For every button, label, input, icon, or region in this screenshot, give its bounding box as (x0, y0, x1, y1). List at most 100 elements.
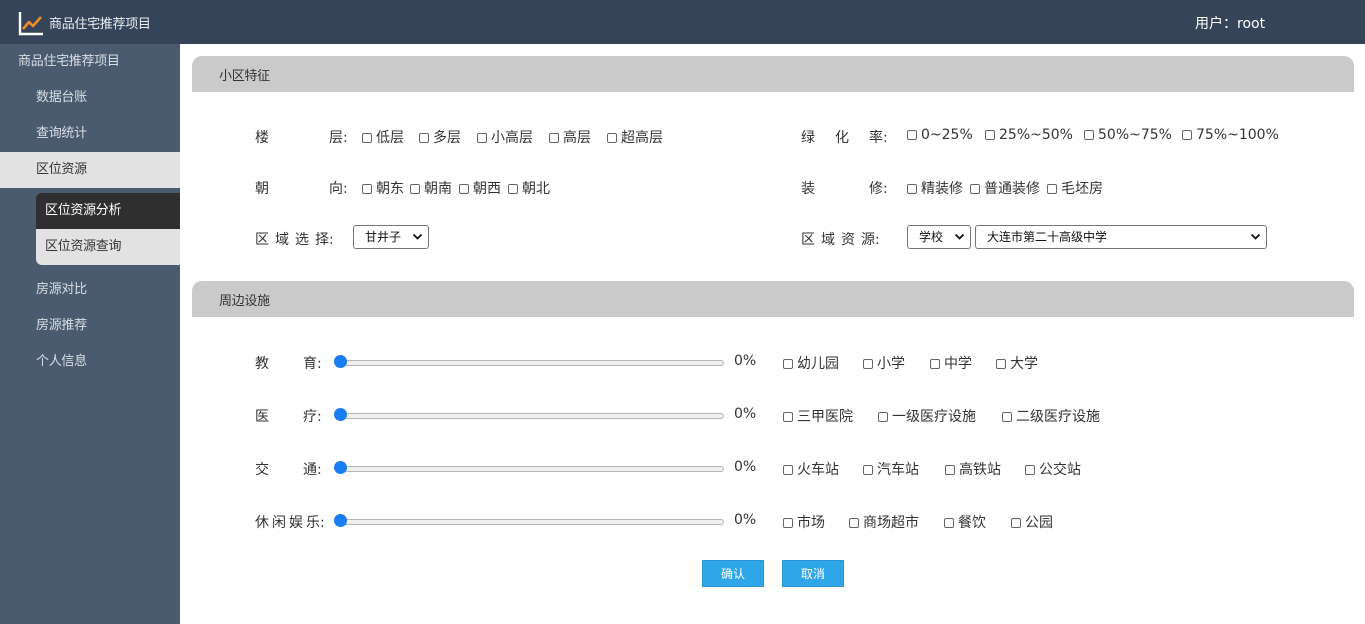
floor-checkbox[interactable]: 小高层 (477, 127, 533, 147)
leisure-percent: 0% (734, 512, 757, 528)
checkbox-icon[interactable] (1047, 184, 1057, 194)
checkbox-icon[interactable] (863, 465, 873, 475)
transport-slider[interactable] (334, 461, 724, 475)
education-checkbox[interactable]: 幼儿园 (783, 353, 839, 373)
education-slider[interactable] (334, 355, 724, 369)
slider-thumb[interactable] (334, 514, 347, 527)
checkbox-icon[interactable] (907, 184, 917, 194)
checkbox-icon[interactable] (996, 359, 1006, 369)
checkbox-icon[interactable] (1002, 412, 1012, 422)
orientation-checkbox[interactable]: 朝东 (362, 178, 404, 198)
current-user: 用户：root (1195, 16, 1266, 32)
sidebar-item-location-resource[interactable]: 区位资源 (0, 152, 180, 188)
leisure-checkbox[interactable]: 市场 (783, 512, 825, 532)
floor-checkbox[interactable]: 低层 (362, 127, 404, 147)
sidebar-item-house-recommend[interactable]: 房源推荐 (0, 308, 180, 344)
education-checkbox[interactable]: 大学 (996, 353, 1038, 373)
checkbox-icon[interactable] (419, 133, 429, 143)
sidebar-item-query-stats[interactable]: 查询统计 (0, 116, 180, 152)
orientation-checkbox[interactable]: 朝南 (410, 178, 452, 198)
section-header-surrounding-facilities: 周边设施 (192, 281, 1354, 317)
checkbox-icon[interactable] (930, 359, 940, 369)
slider-thumb[interactable] (334, 461, 347, 474)
region-select-label: 区域选择: (255, 232, 334, 248)
sidebar-subitem-resource-query[interactable]: 区位资源查询 (36, 229, 180, 265)
leisure-checkbox[interactable]: 公园 (1011, 512, 1053, 532)
region-select[interactable]: 甘井子 (353, 225, 429, 249)
sidebar-item-house-compare[interactable]: 房源对比 (0, 272, 180, 308)
decoration-label: 装修: (801, 181, 888, 197)
orientation-checkbox[interactable]: 朝西 (459, 178, 501, 198)
medical-label: 医疗: (255, 409, 322, 425)
medical-checkbox[interactable]: 二级医疗设施 (1002, 406, 1100, 426)
checkbox-icon[interactable] (1084, 130, 1094, 140)
checkbox-icon[interactable] (783, 412, 793, 422)
line-chart-icon (18, 12, 43, 36)
floor-checkbox[interactable]: 多层 (419, 127, 461, 147)
checkbox-icon[interactable] (607, 133, 617, 143)
sidebar-subitem-resource-analysis[interactable]: 区位资源分析 (36, 193, 180, 229)
checkbox-icon[interactable] (1182, 130, 1192, 140)
transport-checkbox[interactable]: 公交站 (1025, 459, 1081, 479)
green-rate-checkbox[interactable]: 75%~100% (1182, 127, 1279, 143)
transport-checkbox[interactable]: 高铁站 (945, 459, 1001, 479)
education-checkbox[interactable]: 小学 (863, 353, 905, 373)
slider-thumb[interactable] (334, 355, 347, 368)
checkbox-icon[interactable] (863, 359, 873, 369)
checkbox-icon[interactable] (1011, 518, 1021, 528)
medical-checkbox[interactable]: 一级医疗设施 (878, 406, 976, 426)
transport-checkbox[interactable]: 汽车站 (863, 459, 919, 479)
checkbox-icon[interactable] (849, 518, 859, 528)
checkbox-icon[interactable] (878, 412, 888, 422)
checkbox-icon[interactable] (970, 184, 980, 194)
resource-type-select[interactable]: 学校 (907, 225, 971, 249)
sidebar-item-profile[interactable]: 个人信息 (0, 344, 180, 380)
cancel-button[interactable]: 取消 (782, 560, 844, 587)
decoration-checkbox[interactable]: 精装修 (907, 178, 963, 198)
education-percent: 0% (734, 353, 757, 369)
checkbox-icon[interactable] (1025, 465, 1035, 475)
sidebar-item-project[interactable]: 商品住宅推荐项目 (0, 44, 180, 80)
leisure-checkbox[interactable]: 商场超市 (849, 512, 919, 532)
floor-label: 楼层: (255, 130, 348, 146)
education-checkbox[interactable]: 中学 (930, 353, 972, 373)
green-rate-checkbox[interactable]: 50%~75% (1084, 127, 1172, 143)
slider-thumb[interactable] (334, 408, 347, 421)
resource-name-select[interactable]: 大连市第二十高级中学 (975, 225, 1267, 249)
checkbox-icon[interactable] (945, 465, 955, 475)
transport-label: 交通: (255, 462, 322, 478)
decoration-checkbox[interactable]: 普通装修 (970, 178, 1040, 198)
green-rate-checkbox[interactable]: 0~25% (907, 127, 973, 143)
confirm-button[interactable]: 确认 (702, 560, 764, 587)
leisure-checkbox[interactable]: 餐饮 (944, 512, 986, 532)
green-rate-checkbox[interactable]: 25%~50% (985, 127, 1073, 143)
checkbox-icon[interactable] (477, 133, 487, 143)
leisure-label: 休闲娱乐: (255, 515, 325, 531)
checkbox-icon[interactable] (985, 130, 995, 140)
sidebar-item-data-ledger[interactable]: 数据台账 (0, 80, 180, 116)
region-resource-label: 区域资源: (801, 232, 880, 248)
checkbox-icon[interactable] (907, 130, 917, 140)
medical-slider[interactable] (334, 408, 724, 422)
orientation-label: 朝向: (255, 181, 348, 197)
checkbox-icon[interactable] (783, 465, 793, 475)
app-title: 商品住宅推荐项目 (49, 17, 151, 32)
floor-checkbox[interactable]: 超高层 (607, 127, 663, 147)
section-title: 小区特征 (219, 69, 270, 84)
checkbox-icon[interactable] (410, 184, 420, 194)
checkbox-icon[interactable] (549, 133, 559, 143)
decoration-checkbox[interactable]: 毛坯房 (1047, 178, 1103, 198)
leisure-slider[interactable] (334, 514, 724, 528)
checkbox-icon[interactable] (783, 359, 793, 369)
checkbox-icon[interactable] (459, 184, 469, 194)
checkbox-icon[interactable] (944, 518, 954, 528)
checkbox-icon[interactable] (783, 518, 793, 528)
checkbox-icon[interactable] (362, 184, 372, 194)
transport-checkbox[interactable]: 火车站 (783, 459, 839, 479)
floor-checkbox[interactable]: 高层 (549, 127, 591, 147)
medical-checkbox[interactable]: 三甲医院 (783, 406, 853, 426)
orientation-checkbox[interactable]: 朝北 (508, 178, 550, 198)
section-header-community-features: 小区特征 (192, 56, 1354, 92)
checkbox-icon[interactable] (362, 133, 372, 143)
checkbox-icon[interactable] (508, 184, 518, 194)
